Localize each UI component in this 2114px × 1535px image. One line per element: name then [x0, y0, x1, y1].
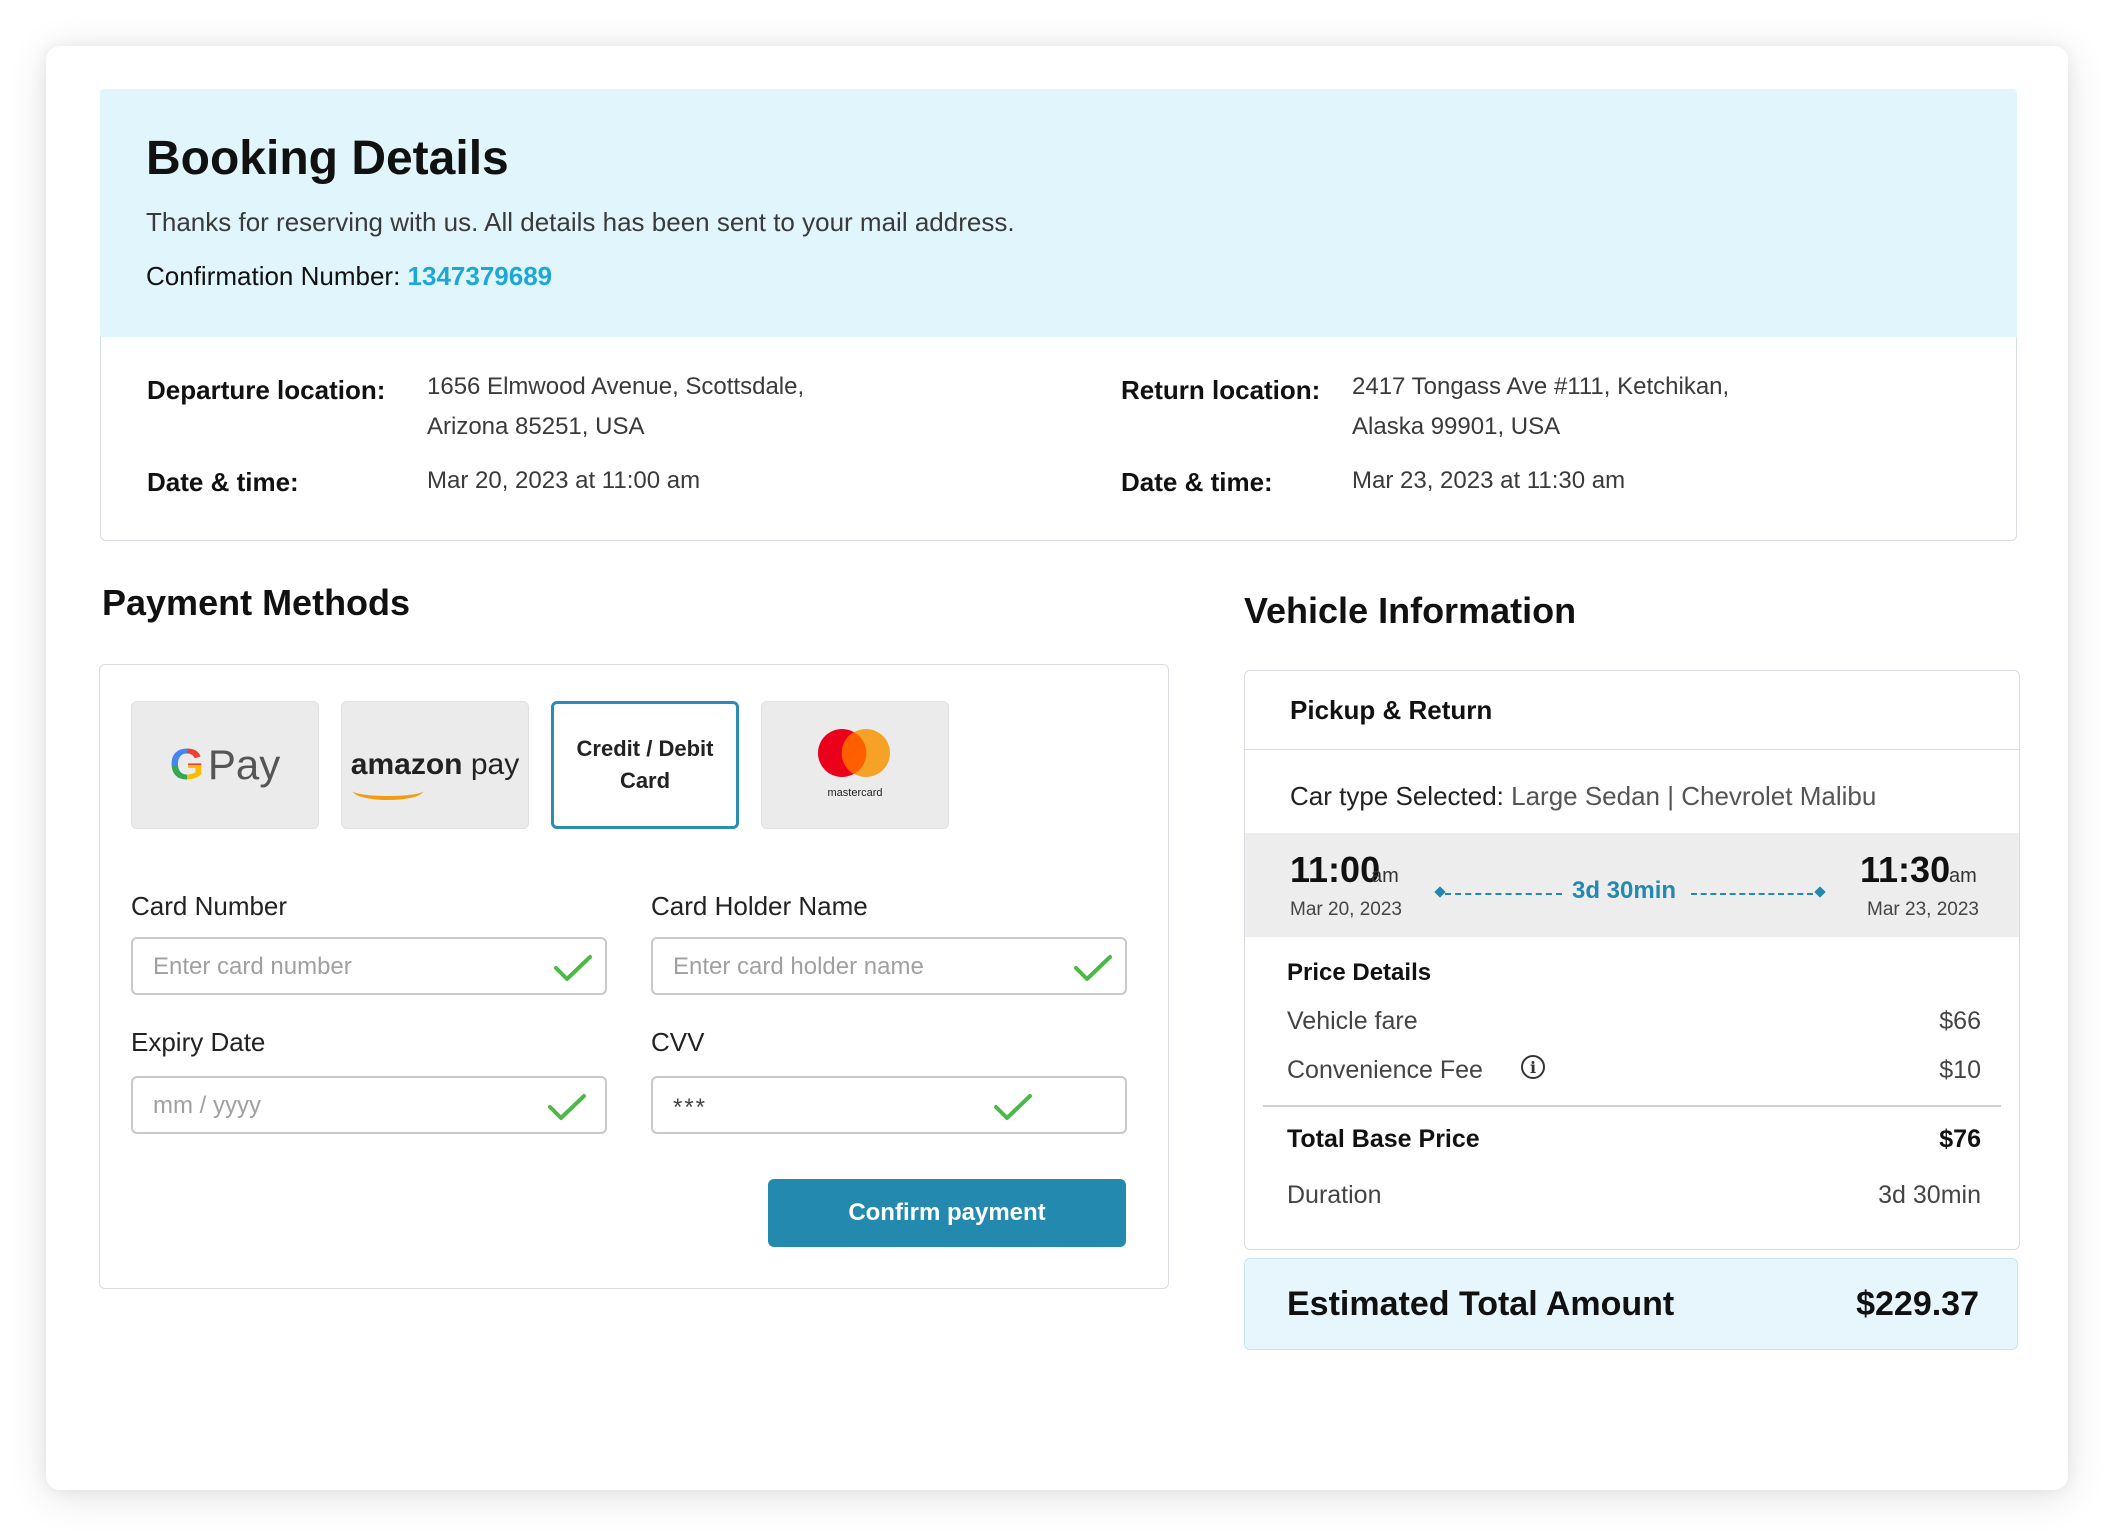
- total-base-price-label: Total Base Price: [1287, 1125, 1480, 1153]
- timeline-line-right: [1691, 893, 1813, 895]
- card-holder-input[interactable]: [671, 939, 1055, 995]
- pickup-ampm: am: [1371, 865, 1399, 887]
- estimated-total-label: Estimated Total Amount: [1287, 1285, 1675, 1323]
- car-type-label: Car type Selected:: [1290, 781, 1504, 811]
- vehicle-fare-label: Vehicle fare: [1287, 1007, 1418, 1035]
- timeline-line-left: [1445, 893, 1562, 895]
- confirmation-label: Confirmation Number:: [146, 261, 401, 291]
- mastercard-text: mastercard: [827, 787, 883, 799]
- amazon-smile-icon: [352, 782, 423, 800]
- gpay-logo: G Pay: [170, 740, 281, 790]
- price-divider: [1263, 1105, 2001, 1107]
- mastercard-logo: mastercard: [810, 725, 900, 805]
- payment-methods-title: Payment Methods: [102, 582, 411, 623]
- credit-debit-card-option[interactable]: Credit / Debit Card: [551, 701, 739, 829]
- card-number-field[interactable]: [131, 937, 607, 995]
- departure-line1: 1656 Elmwood Avenue, Scottsdale,: [427, 373, 805, 400]
- car-type-row: Car type Selected: Large Sedan | Chevrol…: [1290, 781, 1876, 812]
- trip-timeline: 11:00 am Mar 20, 2023 3d 30min 11:30 am …: [1245, 833, 2019, 937]
- vehicle-info-panel: Pickup & Return Car type Selected: Large…: [1244, 670, 2020, 1250]
- card-number-label: Card Number: [131, 891, 288, 921]
- confirm-payment-button[interactable]: Confirm payment: [768, 1179, 1126, 1247]
- google-g-icon: G: [169, 740, 204, 789]
- page-title: Booking Details: [146, 132, 509, 185]
- return-ampm: am: [1949, 865, 1977, 887]
- gpay-option[interactable]: G Pay: [131, 701, 319, 829]
- booking-subtitle: Thanks for reserving with us. All detail…: [146, 207, 1015, 237]
- duration-label: Duration: [1287, 1181, 1382, 1209]
- booking-header: Booking Details Thanks for reserving wit…: [100, 89, 2017, 337]
- cvv-value[interactable]: ***: [673, 1094, 707, 1122]
- vehicle-fare-value: $66: [1939, 1007, 1981, 1035]
- estimated-total-value: $229.37: [1856, 1285, 1979, 1323]
- amazon-pay-logo: amazon pay: [350, 748, 520, 800]
- confirmation-number: 1347379689: [407, 261, 553, 291]
- departure-label: Departure location:: [147, 375, 386, 405]
- check-icon: [994, 1094, 1032, 1120]
- vehicle-information-title: Vehicle Information: [1244, 590, 1577, 631]
- card-option-label: Credit / Debit Card: [577, 733, 714, 797]
- card-holder-label: Card Holder Name: [651, 891, 868, 921]
- timeline-end-dot: [1814, 886, 1826, 898]
- check-icon: [554, 955, 592, 981]
- confirmation-row: Confirmation Number: 1347379689: [146, 261, 552, 292]
- return-datetime-label: Date & time:: [1121, 467, 1273, 497]
- return-time: 11:30: [1860, 849, 1951, 890]
- check-icon: [548, 1094, 586, 1120]
- total-base-price-value: $76: [1939, 1125, 1981, 1153]
- mastercard-option[interactable]: mastercard: [761, 701, 949, 829]
- info-icon[interactable]: i: [1521, 1055, 1545, 1079]
- gpay-text: Pay: [207, 741, 281, 788]
- card-option-line1: Credit / Debit: [576, 736, 714, 761]
- departure-datetime-label: Date & time:: [147, 467, 299, 497]
- tab-pickup-return[interactable]: Pickup & Return: [1245, 671, 2019, 750]
- expiry-date-label: Expiry Date: [131, 1027, 266, 1057]
- return-line2: Alaska 99901, USA: [1352, 413, 1561, 440]
- card-holder-field[interactable]: [651, 937, 1127, 995]
- card-number-input[interactable]: [151, 939, 535, 995]
- return-datetime: Mar 23, 2023 at 11:30 am: [1352, 467, 1626, 494]
- convenience-fee-label: Convenience Fee: [1287, 1056, 1483, 1084]
- amazon-pay-option[interactable]: amazon pay: [341, 701, 529, 829]
- return-address: 2417 Tongass Ave #111, Ketchikan, Alaska…: [1352, 367, 1729, 447]
- location-details: Departure location: 1656 Elmwood Avenue,…: [100, 337, 2017, 541]
- convenience-fee-value: $10: [1939, 1056, 1981, 1084]
- departure-datetime: Mar 20, 2023 at 11:00 am: [427, 467, 701, 494]
- expiry-date-input[interactable]: [151, 1078, 535, 1134]
- trip-duration: 3d 30min: [1572, 877, 1677, 904]
- amazon-pay-text: pay: [462, 748, 520, 781]
- estimated-total-box: Estimated Total Amount $229.37: [1244, 1258, 2018, 1350]
- expiry-date-field[interactable]: [131, 1076, 607, 1134]
- departure-line2: Arizona 85251, USA: [427, 413, 645, 440]
- tab-pickup-return-label: Pickup & Return: [1290, 695, 1493, 725]
- cvv-field[interactable]: ***: [651, 1076, 1127, 1134]
- duration-value: 3d 30min: [1878, 1181, 1981, 1209]
- timeline-start-dot: [1434, 886, 1446, 898]
- pickup-date: Mar 20, 2023: [1290, 899, 1402, 920]
- departure-address: 1656 Elmwood Avenue, Scottsdale, Arizona…: [427, 367, 804, 447]
- price-details-title: Price Details: [1287, 959, 1432, 986]
- mastercard-circles-icon: [818, 729, 890, 777]
- return-label: Return location:: [1121, 375, 1321, 405]
- amazon-text: amazon: [350, 748, 463, 781]
- car-type-value: Large Sedan | Chevrolet Malibu: [1503, 781, 1877, 811]
- pickup-time: 11:00: [1290, 849, 1381, 890]
- payment-form: G Pay amazon pay Credit / Debit Card mas…: [99, 664, 1169, 1289]
- return-line1: 2417 Tongass Ave #111, Ketchikan,: [1352, 373, 1730, 400]
- check-icon: [1074, 955, 1112, 981]
- return-date: Mar 23, 2023: [1867, 899, 1979, 920]
- card-option-line2: Card: [619, 768, 671, 793]
- cvv-label: CVV: [651, 1027, 705, 1057]
